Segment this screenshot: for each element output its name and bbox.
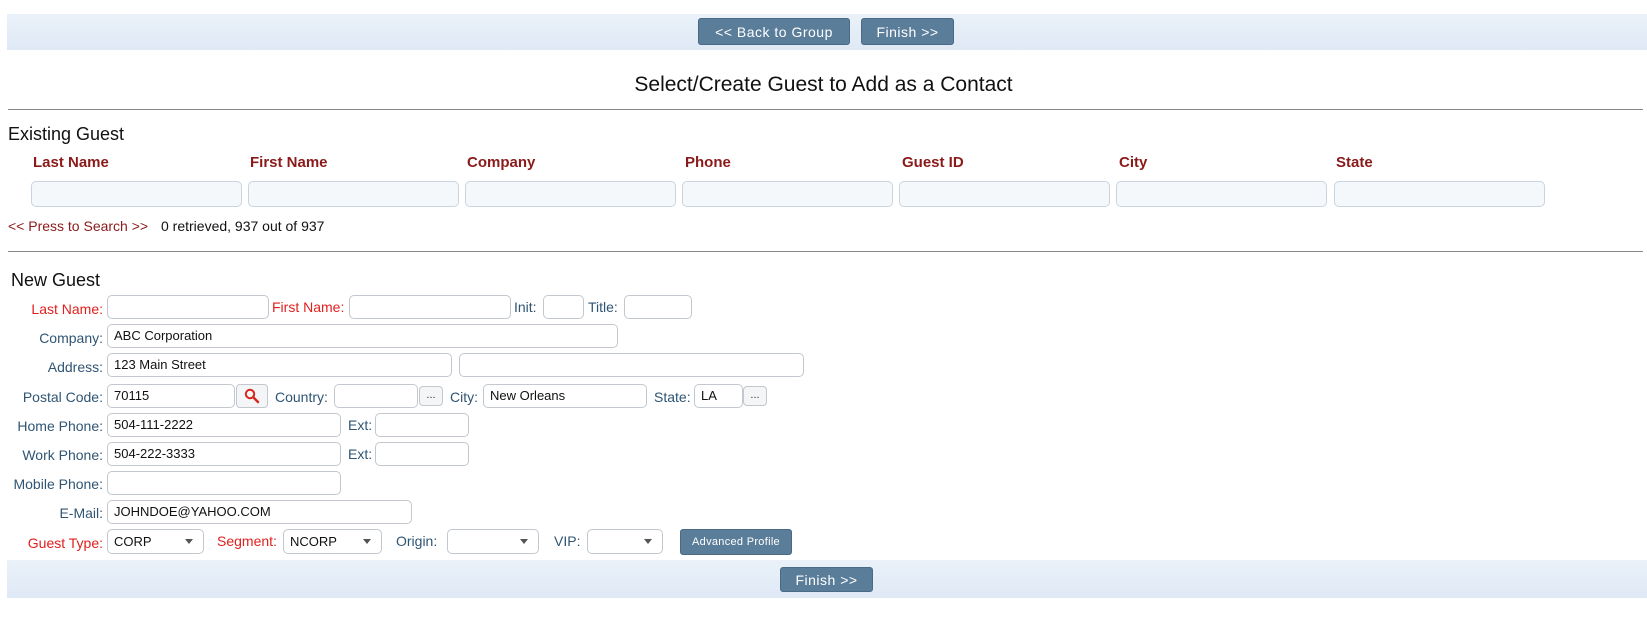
mobile-phone-label: Mobile Phone:: [13, 476, 103, 492]
divider: [8, 109, 1643, 110]
address-line1-input[interactable]: 123 Main Street: [107, 353, 452, 377]
email-label: E-Mail:: [59, 505, 103, 521]
chevron-down-icon: [644, 539, 652, 544]
state-label: State:: [654, 389, 691, 405]
new-guest-heading: New Guest: [11, 270, 101, 290]
origin-label: Origin:: [396, 533, 438, 549]
title-label: Title:: [588, 299, 618, 315]
vip-select[interactable]: [587, 529, 663, 554]
search-company-input[interactable]: [465, 181, 676, 207]
column-header-city[interactable]: City: [1119, 154, 1147, 171]
last-name-label: Last Name:: [31, 301, 103, 317]
existing-guest-heading: Existing Guest: [8, 124, 125, 144]
home-phone-input[interactable]: 504-111-2222: [107, 413, 341, 437]
column-header-first-name[interactable]: First Name: [250, 154, 328, 171]
chevron-down-icon: [185, 539, 193, 544]
address-label: Address:: [47, 359, 103, 375]
work-phone-input[interactable]: 504-222-3333: [107, 442, 341, 466]
search-city-input[interactable]: [1116, 181, 1327, 207]
column-header-phone[interactable]: Phone: [685, 154, 731, 171]
home-phone-label: Home Phone:: [17, 418, 103, 434]
postal-code-label: Postal Code:: [22, 389, 103, 405]
mobile-phone-input[interactable]: [107, 471, 341, 495]
column-header-state[interactable]: State: [1336, 154, 1373, 171]
city-label: City:: [450, 389, 478, 405]
work-ext-input[interactable]: [375, 442, 469, 466]
first-name-input[interactable]: [349, 295, 511, 319]
country-label: Country:: [275, 389, 328, 405]
guest-type-label: Guest Type:: [27, 535, 103, 551]
finish-button-bottom[interactable]: Finish >>: [780, 567, 873, 592]
search-first-name-input[interactable]: [248, 181, 459, 207]
guest-type-select[interactable]: CORP: [107, 529, 204, 554]
guest-type-value: CORP: [114, 534, 152, 549]
column-header-last-name[interactable]: Last Name: [33, 154, 109, 171]
chevron-down-icon: [520, 539, 528, 544]
state-input[interactable]: LA: [694, 384, 743, 408]
segment-select[interactable]: NCORP: [283, 529, 382, 554]
last-name-input[interactable]: [107, 295, 269, 319]
postal-lookup-button[interactable]: [236, 384, 268, 408]
email-input[interactable]: JOHNDOE@YAHOO.COM: [107, 500, 412, 524]
segment-value: NCORP: [290, 534, 337, 549]
first-name-label: First Name:: [272, 299, 345, 315]
city-input[interactable]: New Orleans: [483, 384, 647, 408]
column-header-guest-id[interactable]: Guest ID: [902, 154, 964, 171]
page-title: Select/Create Guest to Add as a Contact: [634, 73, 1013, 96]
back-to-group-button[interactable]: << Back to Group: [698, 18, 850, 45]
state-picker-button[interactable]: ...: [743, 386, 767, 406]
init-input[interactable]: [543, 295, 584, 319]
work-ext-label: Ext:: [348, 446, 373, 462]
press-to-search-link[interactable]: << Press to Search >>: [8, 218, 148, 234]
origin-select[interactable]: [447, 529, 539, 554]
home-ext-input[interactable]: [375, 413, 469, 437]
title-input[interactable]: [624, 295, 692, 319]
segment-label: Segment:: [217, 533, 277, 549]
search-icon: [244, 388, 260, 404]
search-phone-input[interactable]: [682, 181, 893, 207]
company-input[interactable]: ABC Corporation: [107, 324, 618, 348]
search-state-input[interactable]: [1334, 181, 1545, 207]
home-ext-label: Ext:: [348, 417, 373, 433]
chevron-down-icon: [363, 539, 371, 544]
search-result-count: 0 retrieved, 937 out of 937: [161, 218, 325, 234]
address-line2-input[interactable]: [459, 353, 804, 377]
advanced-profile-button[interactable]: Advanced Profile: [680, 529, 792, 555]
divider: [8, 251, 1643, 252]
work-phone-label: Work Phone:: [22, 447, 103, 463]
vip-label: VIP:: [554, 533, 581, 549]
company-label: Company:: [39, 330, 103, 346]
column-header-company[interactable]: Company: [467, 154, 535, 171]
init-label: Init:: [514, 299, 537, 315]
country-input[interactable]: [334, 384, 418, 408]
search-last-name-input[interactable]: [31, 181, 242, 207]
country-picker-button[interactable]: ...: [419, 386, 443, 406]
postal-code-input[interactable]: 70115: [107, 384, 235, 408]
search-guest-id-input[interactable]: [899, 181, 1110, 207]
finish-button-top[interactable]: Finish >>: [861, 18, 954, 45]
